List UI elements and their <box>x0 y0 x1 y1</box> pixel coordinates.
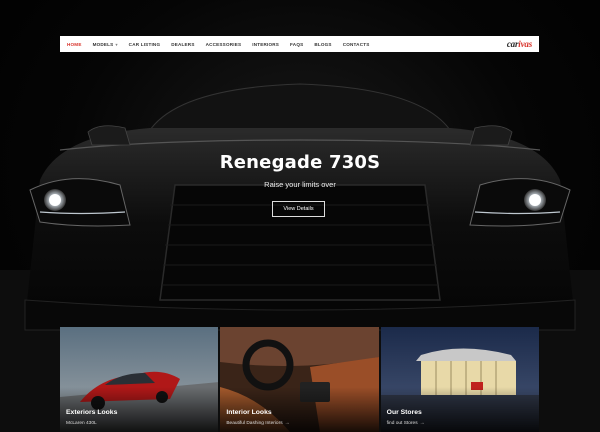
arrow-right-icon: → <box>419 420 425 426</box>
nav-accessories[interactable]: ACCESSORIES <box>206 42 242 47</box>
nav-home[interactable]: HOME <box>67 42 82 47</box>
card-subtitle-row: Beautiful Dashing Interiors → <box>226 420 289 426</box>
card-interiors[interactable]: Interior Looks Beautiful Dashing Interio… <box>220 327 379 432</box>
card-title: Exteriors Looks <box>66 409 118 416</box>
arrow-right-icon: → <box>284 420 290 426</box>
nav-blogs[interactable]: BLOGS <box>314 42 331 47</box>
hero-subtitle: Raise your limits over <box>264 180 336 189</box>
card-title: Interior Looks <box>226 409 272 416</box>
nav-interiors[interactable]: INTERIORS <box>252 42 279 47</box>
nav-car-listing[interactable]: CAR LISTING <box>129 42 161 47</box>
nav-contacts[interactable]: CONTACTS <box>343 42 370 47</box>
card-stores[interactable]: Our Stores find out Stores → <box>380 327 539 432</box>
logo-text-part1: car <box>506 39 519 49</box>
nav-models-label: MODELS <box>92 41 114 47</box>
card-exteriors[interactable]: Exteriors Looks McLaren 430L <box>60 327 219 432</box>
feature-cards: Exteriors Looks McLaren 430L Interior Lo… <box>60 327 539 432</box>
card-subtitle-row: find out Stores → <box>387 420 425 426</box>
logo-text-part2: ivas <box>518 39 532 49</box>
chevron-down-icon: ▾ <box>115 41 118 47</box>
card-subtitle: McLaren 430L <box>66 421 97 426</box>
main-navbar: HOME MODELS ▾ CAR LISTING DEALERS ACCESS… <box>60 36 539 52</box>
nav-dealers[interactable]: DEALERS <box>171 42 194 47</box>
hero-title: Renegade 730S <box>219 152 381 173</box>
nav-faqs[interactable]: FAQS <box>290 42 303 47</box>
card-subtitle: find out Stores <box>386 420 418 426</box>
card-subtitle: Beautiful Dashing Interiors <box>226 420 283 426</box>
site-logo[interactable]: carivas <box>507 39 532 49</box>
nav-models[interactable]: MODELS ▾ <box>93 42 118 47</box>
view-details-button[interactable]: View Details <box>272 201 325 217</box>
card-title: Our Stores <box>386 409 422 416</box>
